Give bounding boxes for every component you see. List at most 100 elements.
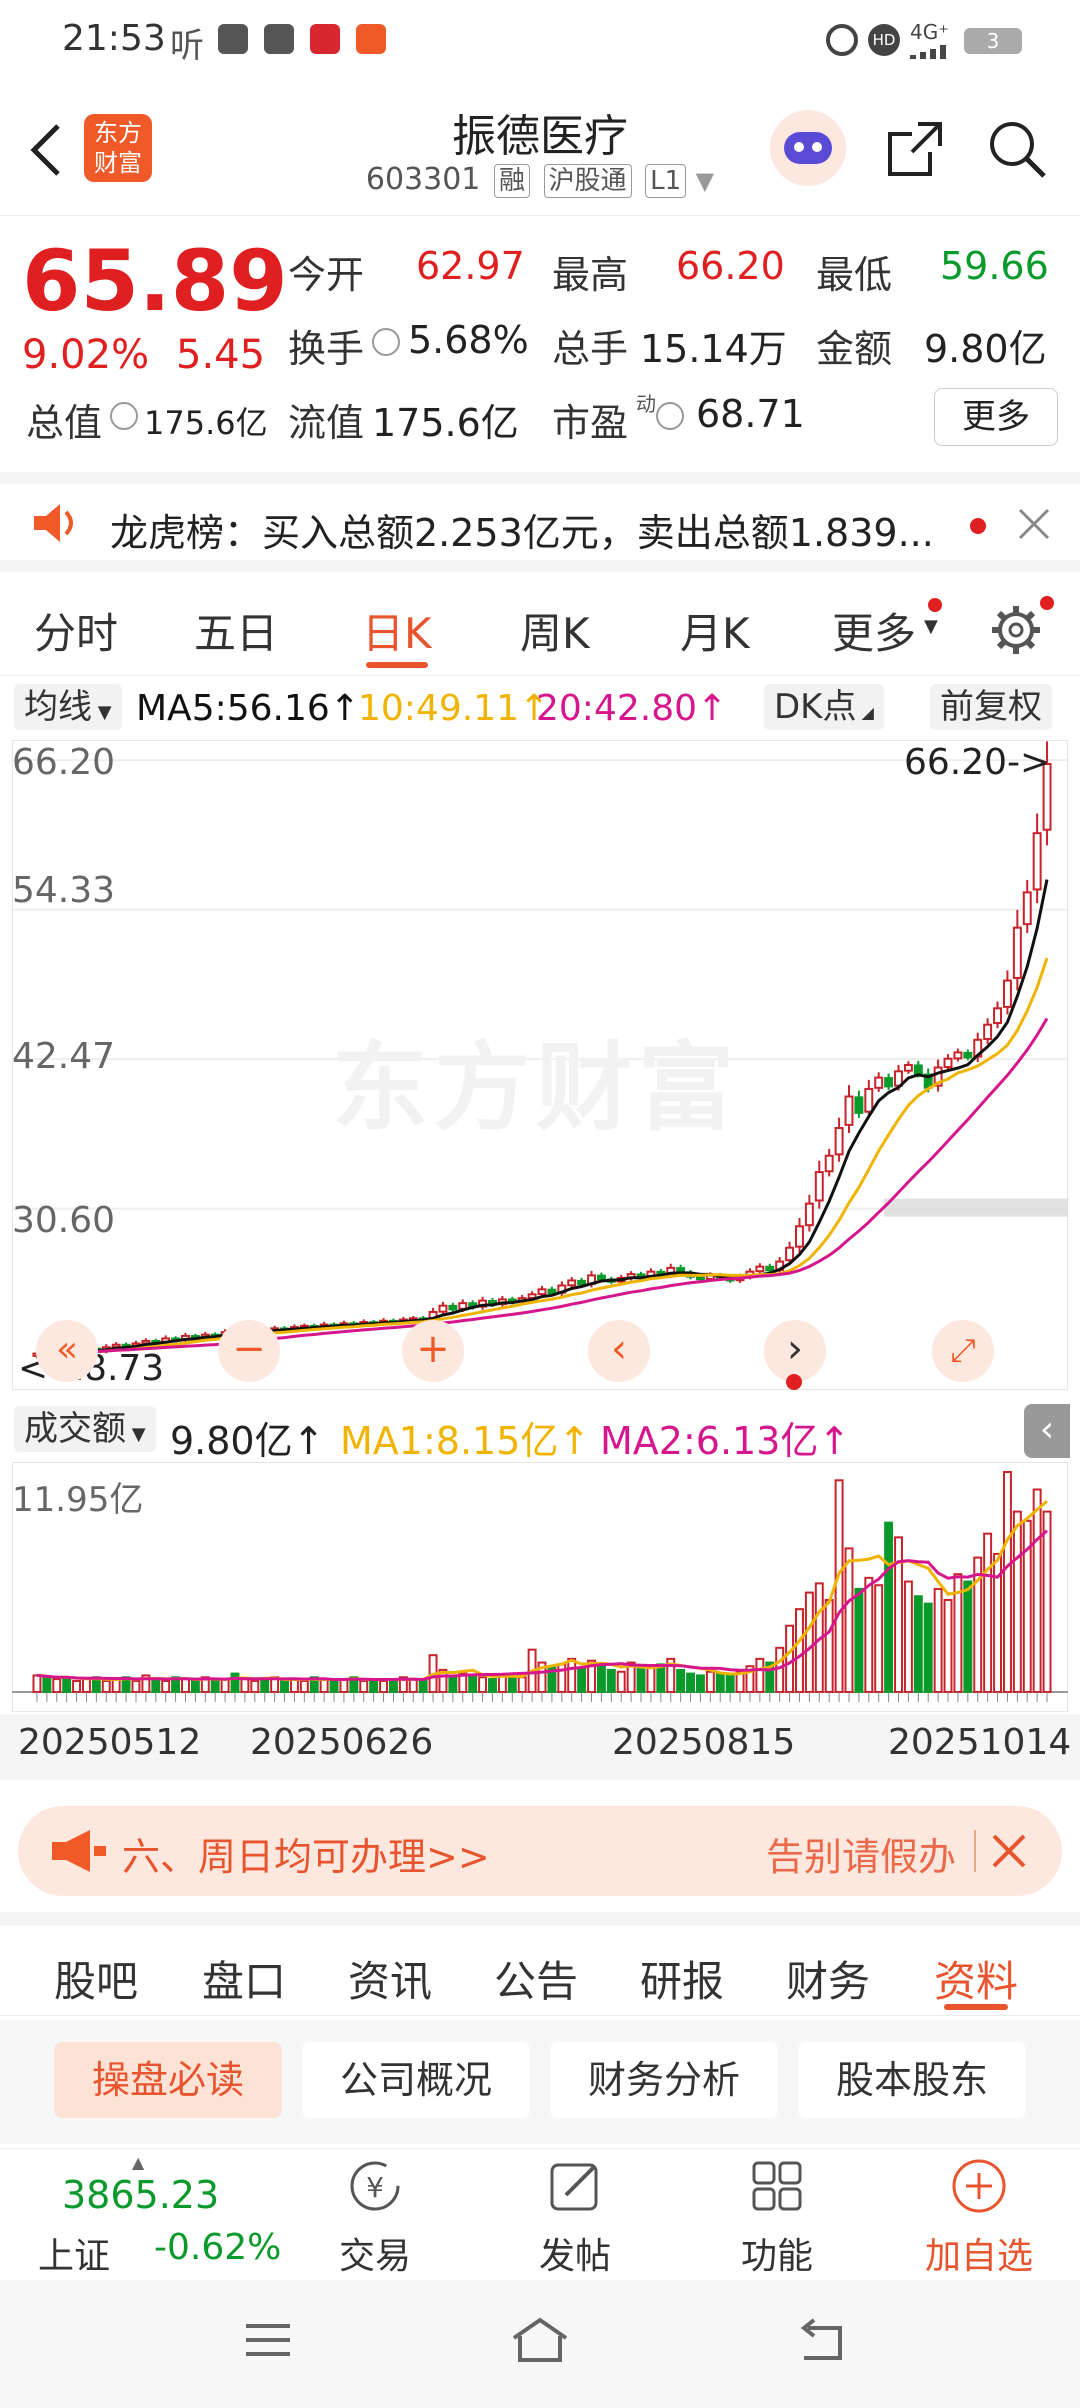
volume-bar — [596, 1663, 606, 1693]
volume-bar — [230, 1672, 240, 1693]
turnover-value: 5.68% — [408, 318, 529, 362]
tab-profile[interactable]: 资料 — [934, 1948, 1018, 2009]
trade-button[interactable]: ¥ 交易 — [290, 2157, 460, 2279]
more-button[interactable]: 更多 — [934, 388, 1058, 446]
candle-body — [1022, 891, 1032, 926]
tab-research[interactable]: 研报 — [640, 1948, 724, 2009]
volume-bar — [636, 1665, 646, 1693]
search-icon[interactable] — [986, 118, 1048, 180]
back-nav-icon[interactable] — [794, 2318, 846, 2362]
ma-selector[interactable]: 均线 ▼ — [14, 684, 122, 730]
dk-point-button[interactable]: DK点 ◢ — [764, 684, 884, 730]
share-icon[interactable] — [884, 118, 946, 180]
trade-icon: ¥ — [350, 2161, 400, 2211]
notice-bar[interactable]: 龙虎榜：买入总额2.253亿元，卖出总额1.839... — [0, 472, 1080, 572]
low-value: 59.66 — [940, 244, 1049, 288]
home-icon[interactable] — [510, 2316, 570, 2364]
collapse-panel-icon[interactable]: ‹ — [1024, 1404, 1070, 1458]
close-icon[interactable] — [988, 1830, 1030, 1872]
assistant-avatar-icon[interactable] — [770, 110, 846, 186]
volume-bar — [884, 1521, 894, 1694]
tab-more[interactable]: 更多 — [832, 600, 916, 661]
subtab-company-overview[interactable]: 公司概况 — [302, 2042, 530, 2118]
tab-orderbook[interactable]: 盘口 — [202, 1948, 286, 2009]
dropdown-arrow-icon[interactable]: ▼ — [696, 167, 714, 195]
tab-monthly-k[interactable]: 月K — [680, 600, 750, 661]
vol-ma1-value: MA1:8.15亿↑ — [340, 1419, 591, 1463]
tab-financials[interactable]: 财务 — [786, 1948, 870, 2009]
tab-announcements[interactable]: 公告 — [494, 1948, 578, 2009]
volume-bar — [72, 1679, 82, 1694]
info-icon[interactable] — [656, 402, 684, 430]
tab-weekly-k[interactable]: 周K — [520, 600, 590, 661]
settings-gear-icon[interactable] — [990, 604, 1042, 656]
subtab-financial-analysis[interactable]: 财务分析 — [550, 2042, 778, 2118]
low-label: 最低 — [816, 253, 893, 297]
red-dot — [928, 598, 942, 612]
trade-label: 交易 — [338, 2236, 411, 2277]
candle-body — [814, 1171, 824, 1202]
fullscreen-icon[interactable]: ⤢ — [932, 1320, 994, 1382]
subtab-must-read[interactable]: 操盘必读 — [54, 2042, 282, 2118]
tag-margin: 融 — [493, 164, 530, 198]
function-button[interactable]: 功能 — [692, 2157, 862, 2279]
volume-bar — [260, 1678, 270, 1694]
open-value: 62.97 — [416, 244, 525, 288]
banner-right-text: 告别请假办 — [766, 1835, 957, 1879]
candle-body — [1032, 832, 1042, 891]
forward-adjust-button[interactable]: 前复权 — [930, 684, 1052, 730]
prev-icon[interactable]: ‹ — [588, 1320, 650, 1382]
volume-selector[interactable]: 成交额 ▼ — [14, 1406, 156, 1452]
volume-bar — [497, 1674, 507, 1694]
date-axis: 20250512 20250626 20250815 20251014 — [0, 1714, 1080, 1780]
volume-bar — [101, 1679, 111, 1694]
volume-bar — [695, 1674, 705, 1694]
volume-bar — [963, 1580, 973, 1693]
vol-ma2-value: MA2:6.13亿↑ — [600, 1419, 851, 1463]
volume-svg — [12, 1462, 1068, 1712]
status-listen-icon: 听 — [170, 26, 204, 66]
scroll-left-icon[interactable]: « — [36, 1320, 98, 1382]
post-button[interactable]: 发帖 — [490, 2157, 660, 2279]
promo-banner[interactable]: 六、周日均可办理>> 告别请假办 — [18, 1806, 1062, 1896]
ma5-value: MA5:56.16↑ — [136, 688, 360, 729]
tag-connect: 沪股通 — [543, 164, 632, 198]
amount-label: 金额 — [816, 327, 893, 371]
index-widget[interactable]: ▲ 3865.23 上证 -0.62% — [0, 2149, 281, 2279]
banner-text: 六、周日均可办理>> — [122, 1835, 490, 1879]
volume-bar — [983, 1532, 993, 1693]
ma-selector-label: 均线 — [24, 687, 92, 727]
volume-bar — [1012, 1510, 1022, 1693]
volume-bar — [923, 1602, 933, 1694]
kline-chart[interactable]: 东方财富 66.20 54.33 42.47 30.60 66.20-> <-1… — [12, 740, 1068, 1390]
tab-intraday[interactable]: 分时 — [34, 600, 118, 661]
next-icon[interactable]: › — [764, 1320, 826, 1382]
volume-bar — [52, 1678, 62, 1694]
volume-bar — [775, 1646, 785, 1694]
close-icon[interactable] — [1016, 506, 1052, 542]
zoom-out-icon[interactable]: − — [218, 1320, 280, 1382]
volume-bar — [181, 1678, 190, 1694]
ma20-value: 20:42.80↑ — [536, 688, 728, 729]
candle-body — [547, 1288, 557, 1295]
tab-five-day[interactable]: 五日 — [194, 600, 278, 661]
volume-bar — [299, 1679, 309, 1694]
candle-body — [993, 1007, 1002, 1025]
tab-news[interactable]: 资讯 — [348, 1948, 432, 2009]
volume-bar — [339, 1678, 349, 1694]
volume-bar — [824, 1598, 834, 1693]
tab-daily-k[interactable]: 日K — [362, 600, 432, 661]
menu-icon[interactable] — [244, 2320, 292, 2360]
subtab-shareholders[interactable]: 股本股东 — [798, 2042, 1026, 2118]
info-icon[interactable] — [110, 402, 138, 430]
candle-body — [567, 1279, 577, 1287]
tab-forum[interactable]: 股吧 — [54, 1948, 138, 2009]
zoom-in-icon[interactable]: + — [402, 1320, 464, 1382]
watermark: 东方财富 — [332, 1032, 740, 1144]
grid-icon — [752, 2161, 802, 2211]
volume-bar — [1002, 1471, 1012, 1693]
info-icon[interactable] — [372, 328, 400, 356]
add-watchlist-button[interactable]: 加自选 — [894, 2157, 1064, 2279]
volume-chart[interactable]: 11.95亿 — [12, 1462, 1068, 1712]
volume-bar — [943, 1598, 953, 1693]
